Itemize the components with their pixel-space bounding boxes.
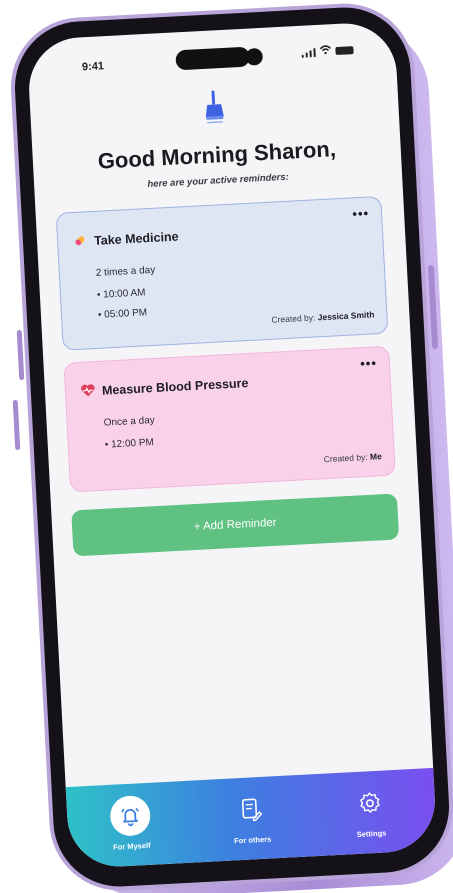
active-tab-indicator: [109, 794, 152, 837]
pill-icon: [75, 236, 85, 246]
tab-for-others[interactable]: For others: [205, 787, 298, 847]
dynamic-island: [175, 46, 251, 71]
clipboard-edit-icon: [241, 798, 263, 822]
reminder-card[interactable]: Take Medicine ••• 2 times a day • 10:00 …: [55, 195, 389, 351]
wifi-icon: [319, 44, 332, 57]
created-by-name: Jessica Smith: [317, 309, 375, 323]
reminder-card[interactable]: Measure Blood Pressure ••• Once a day • …: [63, 345, 396, 493]
volume-button: [12, 399, 21, 451]
camera-dot: [245, 47, 264, 66]
reminder-title: Measure Blood Pressure: [101, 376, 249, 398]
created-by-name: Me: [369, 451, 383, 462]
reminder-time: • 12:00 PM: [104, 437, 155, 451]
app-logo-icon: [205, 90, 224, 124]
reminder-frequency: 2 times a day: [95, 264, 156, 279]
created-by: Created by: Jessica Smith: [271, 309, 374, 324]
created-by-label: Created by:: [323, 451, 368, 465]
more-options-icon[interactable]: •••: [352, 206, 369, 222]
tab-label: For Myself: [112, 840, 151, 852]
device-mockup: 9:41 Good Morning Sharon, here are your …: [0, 0, 453, 893]
status-time: 9:41: [81, 60, 105, 74]
bell-icon: [121, 807, 139, 827]
tab-label: Settings: [356, 828, 387, 839]
reminder-time: • 10:00 AM: [96, 287, 146, 301]
gear-icon: [360, 792, 380, 813]
tab-for-myself[interactable]: For Myself: [84, 794, 177, 854]
tab-label: For others: [233, 834, 272, 846]
created-by: Created by: Me: [323, 451, 382, 464]
volume-button: [16, 329, 25, 381]
status-icons: [301, 43, 354, 58]
created-by-label: Created by:: [271, 312, 316, 325]
signal-icon: [301, 48, 316, 58]
heart-monitor-icon: [81, 384, 95, 397]
tab-settings[interactable]: Settings: [324, 781, 417, 841]
reminder-frequency: Once a day: [103, 415, 156, 429]
more-options-icon[interactable]: •••: [360, 355, 377, 371]
add-reminder-button[interactable]: + Add Reminder: [71, 493, 400, 557]
reminder-time: • 05:00 PM: [97, 307, 148, 321]
app-screen: 9:41 Good Morning Sharon, here are your …: [26, 20, 438, 870]
reminder-title: Take Medicine: [93, 229, 179, 248]
battery-icon: [335, 46, 354, 56]
